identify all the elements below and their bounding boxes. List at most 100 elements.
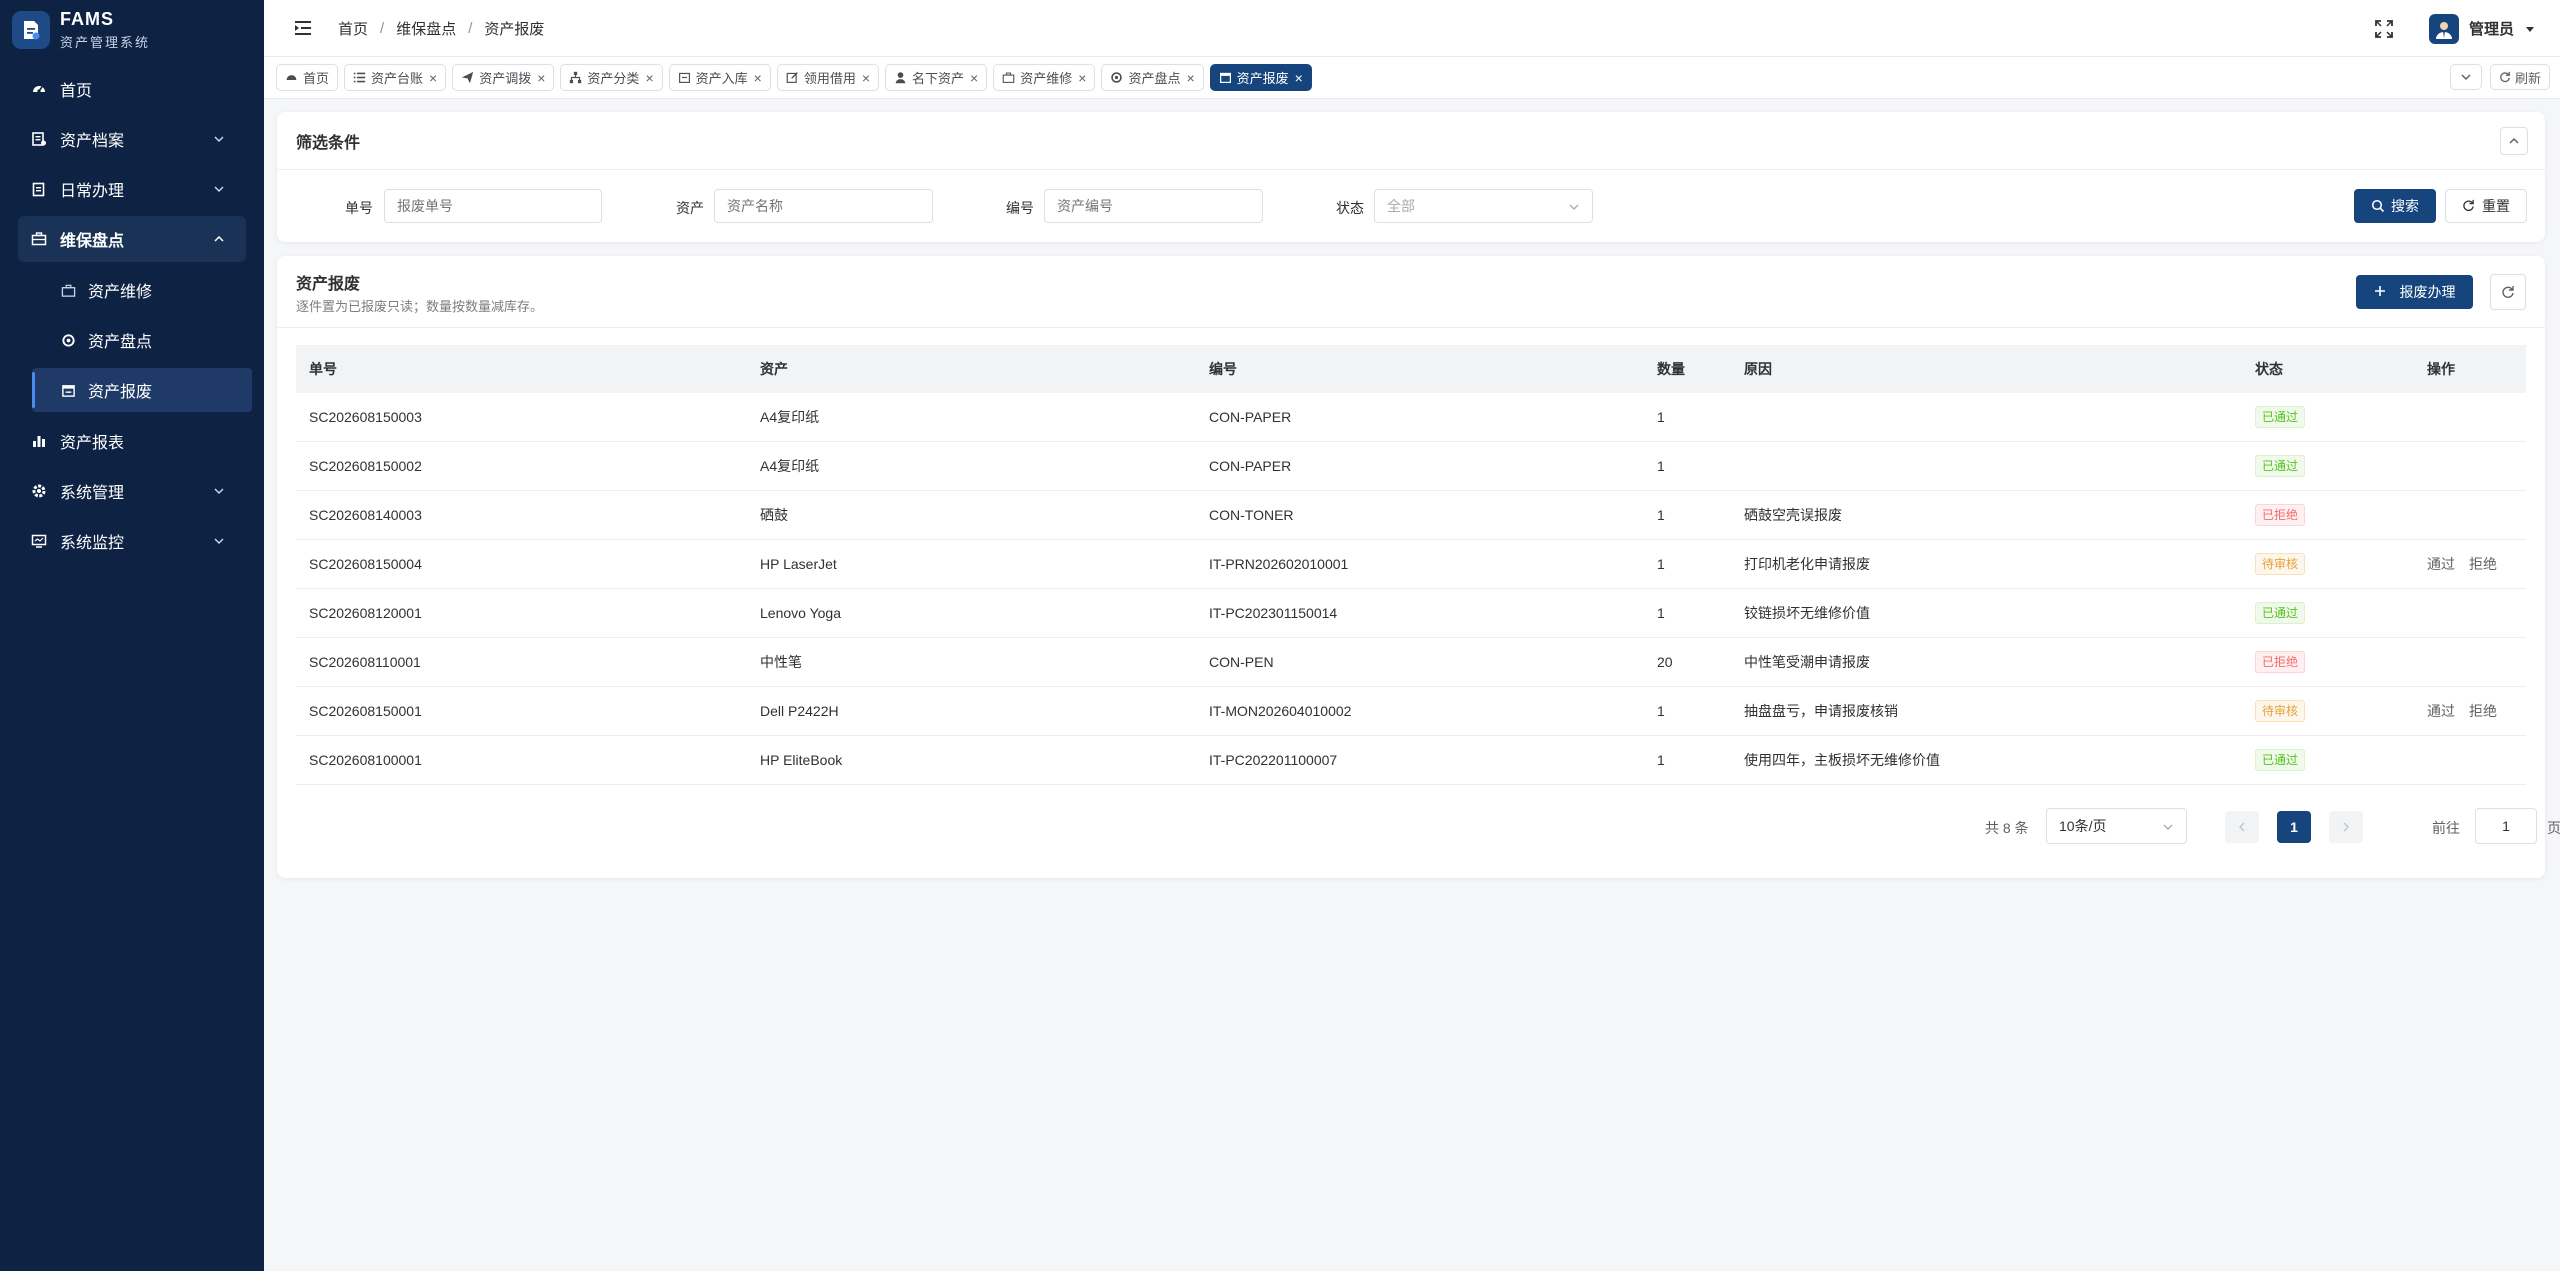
tab-asset-repair[interactable]: 资产维修 × (993, 64, 1096, 91)
sidebar-toggle-button[interactable] (290, 15, 316, 41)
breadcrumb-current: 资产报废 (484, 20, 545, 38)
sidebar-item-repair[interactable]: 资产维修 (32, 268, 252, 312)
calendar-x-icon (1219, 71, 1232, 84)
tab-borrow[interactable]: 领用借用 × (776, 64, 880, 91)
col-header-status: 状态 (2255, 361, 2283, 377)
cell-qty: 1 (1657, 409, 1665, 425)
sidebar-item-report[interactable]: 资产报表 (18, 418, 246, 464)
table-card-header: 资产报废 逐件置为已报废只读；数量按数量减库存。 报废办理 (277, 256, 2545, 328)
tab-asset-inbound[interactable]: 资产入库 × (668, 64, 771, 91)
avatar[interactable] (2428, 13, 2459, 44)
status-badge: 待审核 (2255, 553, 2306, 575)
close-icon[interactable]: × (429, 70, 437, 86)
page-subtitle: 逐件置为已报废只读；数量按数量减库存。 (296, 299, 544, 314)
close-icon[interactable]: × (862, 70, 870, 86)
header-actions: 管理员 (2373, 0, 2536, 57)
cell-code: IT-PC202201100007 (1209, 752, 1338, 768)
tabs-bar: 首页 资产台账 × 资产调拨 × 资产分类 × 资产入库 × 领用借用 × 名下… (264, 57, 2560, 99)
brand-subtitle: 资产管理系统 (60, 35, 151, 50)
reject-link[interactable]: 拒绝 (2469, 556, 2497, 572)
tab-label: 资产盘点 (1128, 71, 1181, 86)
table-row: SC202608110001 中性笔 CON-PEN 20 中性笔受潮申请报废 已拒绝 (296, 638, 2526, 687)
cell-asset: Lenovo Yoga (760, 605, 841, 621)
sidebar-item-inventory[interactable]: 资产盘点 (32, 318, 252, 362)
close-icon[interactable]: × (970, 70, 978, 86)
close-icon[interactable]: × (1186, 70, 1194, 86)
add-scrap-button[interactable]: 报废办理 (2356, 275, 2473, 309)
close-icon[interactable]: × (1295, 70, 1303, 86)
cell-status: 已拒绝 (2242, 504, 2414, 526)
tab-label: 领用借用 (803, 71, 856, 86)
tab-asset-ledger[interactable]: 资产台账 × (344, 64, 447, 91)
tabs-actions: 刷新 (2442, 64, 2550, 90)
page-button-current[interactable]: 1 (2277, 811, 2311, 843)
status-select-value: 全部 (1387, 198, 1415, 214)
refresh-icon (60, 332, 76, 348)
close-icon[interactable]: × (537, 70, 545, 86)
page-size-select[interactable]: 10条/页 (2046, 808, 2187, 844)
approve-link[interactable]: 通过 (2427, 703, 2455, 719)
sidebar-item-maintenance[interactable]: 维保盘点 (18, 216, 246, 262)
tab-asset-scrap[interactable]: 资产报废 × (1209, 64, 1312, 91)
search-button-label: 搜索 (2391, 198, 2419, 214)
asset-code-input[interactable] (1044, 189, 1263, 223)
next-page-button[interactable] (2329, 811, 2363, 843)
col-header-actions: 操作 (2427, 361, 2455, 377)
cell-code: IT-PRN202602010001 (1209, 556, 1349, 572)
tab-label: 资产台账 (371, 71, 424, 86)
cell-status: 已通过 (2242, 455, 2414, 477)
sidebar-item-archive[interactable]: 资产档案 (18, 116, 246, 162)
close-icon[interactable]: × (1078, 70, 1086, 86)
prev-page-button[interactable] (2225, 811, 2259, 843)
scrap-no-input[interactable] (384, 189, 602, 223)
tab-label: 名下资产 (912, 71, 965, 86)
breadcrumb-home[interactable]: 首页 (338, 18, 368, 39)
goto-page-input[interactable] (2475, 808, 2537, 844)
reject-link[interactable]: 拒绝 (2469, 703, 2497, 719)
sidebar-menu: 首页 资产档案 日常办理 维保盘点 资产维修 资产盘点 资产报废 资产报表 系统… (0, 66, 264, 564)
cell-status: 已拒绝 (2242, 651, 2414, 673)
user-icon (894, 71, 907, 84)
sidebar-item-label: 资产报表 (60, 435, 125, 452)
sidebar-subitem-label: 资产报废 (88, 384, 153, 401)
tabs-refresh-button[interactable]: 刷新 (2489, 64, 2550, 90)
close-icon[interactable]: × (645, 70, 653, 86)
user-name[interactable]: 管理员 (2469, 18, 2514, 39)
tabs-more-button[interactable] (2449, 64, 2482, 90)
breadcrumb: 首页 / 维保盘点 / 资产报废 (338, 18, 544, 39)
sidebar-item-home[interactable]: 首页 (18, 66, 246, 112)
table-row: SC202608120001 Lenovo Yoga IT-PC2023011500… (296, 589, 2526, 638)
tab-asset-transfer[interactable]: 资产调拨 × (452, 64, 555, 91)
sidebar-item-daily[interactable]: 日常办理 (18, 166, 246, 212)
asset-name-input[interactable] (714, 189, 933, 223)
status-select[interactable]: 全部 (1374, 189, 1593, 223)
status-badge: 已通过 (2255, 455, 2306, 477)
sidebar-item-system[interactable]: 系统管理 (18, 468, 246, 514)
breadcrumb-separator: / (380, 19, 385, 37)
table-refresh-button[interactable] (2490, 274, 2526, 310)
cell-reason: 抽盘盘亏，申请报废核销 (1744, 703, 1898, 719)
cell-code: IT-PC202301150014 (1209, 605, 1338, 621)
filter-label-code: 编号 (1006, 200, 1034, 216)
sidebar-item-monitor[interactable]: 系统监控 (18, 518, 246, 564)
sidebar-item-scrap[interactable]: 资产报废 (32, 368, 252, 412)
collapse-filter-button[interactable] (2500, 127, 2528, 155)
cell-code: CON-PAPER (1209, 458, 1292, 474)
table-body: SC202608150003 A4复印纸 CON-PAPER 1 已通过 SC202608… (296, 393, 2526, 785)
tab-home[interactable]: 首页 (276, 64, 339, 91)
brand: FAMS 资产管理系统 (0, 0, 264, 60)
close-icon[interactable]: × (754, 70, 762, 86)
caret-down-icon[interactable] (2524, 23, 2536, 35)
fullscreen-icon[interactable] (2373, 18, 2395, 40)
tab-asset-category[interactable]: 资产分类 × (560, 64, 663, 91)
scrap-table-card: 资产报废 逐件置为已报废只读；数量按数量减库存。 报废办理 单号 资产 编号 数… (277, 256, 2560, 878)
tab-my-assets[interactable]: 名下资产 × (885, 64, 988, 91)
user-avatar-icon (2435, 21, 2452, 39)
tab-asset-inventory[interactable]: 资产盘点 × (1101, 64, 1204, 91)
approve-link[interactable]: 通过 (2427, 556, 2455, 572)
scrap-table: 单号 资产 编号 数量 原因 状态 操作 SC202608150003 A4复印纸… (296, 345, 2526, 785)
reset-button[interactable]: 重置 (2445, 189, 2527, 223)
cell-no: SC202608140003 (309, 507, 422, 523)
breadcrumb-maintenance[interactable]: 维保盘点 (396, 18, 456, 39)
search-button[interactable]: 搜索 (2354, 189, 2436, 223)
